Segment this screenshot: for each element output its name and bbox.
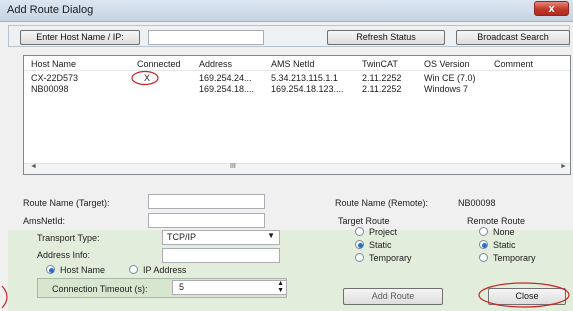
- remote-route-label: Remote Route: [467, 216, 526, 226]
- amsnetid-field[interactable]: [148, 213, 265, 228]
- remote-route-none-label[interactable]: None: [493, 227, 515, 237]
- target-route-temporary-radio[interactable]: [355, 253, 364, 262]
- target-route-label: Target Route: [338, 216, 390, 226]
- ip-address-radio-label[interactable]: IP Address: [143, 265, 186, 275]
- chevron-down-icon[interactable]: ▼: [267, 231, 275, 240]
- target-route-project-radio[interactable]: [355, 227, 364, 236]
- address-info-field[interactable]: [162, 248, 280, 263]
- amsnetid-label: AmsNetId:: [23, 216, 66, 226]
- target-route-static-radio[interactable]: [355, 240, 364, 249]
- remote-route-temporary-label[interactable]: Temporary: [493, 253, 536, 263]
- column-header-address[interactable]: Address: [199, 59, 232, 69]
- ip-address-radio[interactable]: [129, 265, 138, 274]
- enter-host-button[interactable]: Enter Host Name / IP:: [20, 30, 140, 45]
- scroll-left-arrow[interactable]: ◄: [30, 163, 37, 170]
- connection-timeout-label: Connection Timeout (s):: [52, 284, 148, 294]
- route-name-target-field[interactable]: [148, 194, 265, 209]
- annotation-circle-close: [478, 282, 570, 308]
- table-row-1-address[interactable]: 169.254.24...: [199, 73, 267, 83]
- transport-type-select[interactable]: TCP/IP ▼: [162, 230, 280, 245]
- remote-route-static-label[interactable]: Static: [493, 240, 516, 250]
- connection-timeout-field[interactable]: 5 ▲ ▼: [172, 280, 287, 295]
- table-row-2-twincat[interactable]: 2.11.2252: [362, 84, 401, 94]
- annotation-circle-connected: [131, 70, 159, 86]
- target-route-project-label[interactable]: Project: [369, 227, 397, 237]
- hostname-radio-label[interactable]: Host Name: [60, 265, 105, 275]
- hostname-radio[interactable]: [46, 265, 55, 274]
- table-row-1-twincat[interactable]: 2.11.2252: [362, 73, 401, 83]
- table-row-1-os[interactable]: Win CE (7.0): [424, 73, 476, 83]
- table-row-2-address[interactable]: 169.254.18....: [199, 84, 267, 94]
- remote-route-none-radio[interactable]: [479, 227, 488, 236]
- target-route-static-label[interactable]: Static: [369, 240, 392, 250]
- window-title: Add Route Dialog: [7, 4, 94, 16]
- header-divider: [24, 70, 570, 71]
- dialog-body: Enter Host Name / IP: Refresh Status Bro…: [0, 22, 573, 311]
- scroll-thumb-grip[interactable]: III: [230, 163, 236, 170]
- transport-type-label: Transport Type:: [37, 233, 100, 243]
- table-row-2-os[interactable]: Windows 7: [424, 84, 468, 94]
- address-info-label: Address Info:: [37, 250, 91, 260]
- table-row-1-host[interactable]: CX-22D573: [31, 73, 78, 83]
- route-name-target-label: Route Name (Target):: [23, 198, 110, 208]
- window-close-button[interactable]: x: [534, 1, 569, 16]
- remote-route-temporary-radio[interactable]: [479, 253, 488, 262]
- column-header-netid[interactable]: AMS NetId: [271, 59, 315, 69]
- route-name-remote-value[interactable]: NB00098: [458, 198, 496, 208]
- title-bar: Add Route Dialog x: [0, 0, 573, 22]
- column-header-os[interactable]: OS Version: [424, 59, 470, 69]
- list-horizontal-scrollbar[interactable]: [24, 163, 570, 174]
- host-input[interactable]: [148, 30, 264, 45]
- table-row-2-netid[interactable]: 169.254.18.123....: [271, 84, 361, 94]
- column-header-comment[interactable]: Comment: [494, 59, 533, 69]
- column-header-host[interactable]: Host Name: [31, 59, 76, 69]
- spin-up-down-icon[interactable]: ▲ ▼: [277, 280, 284, 294]
- annotation-arc-left: [1, 285, 8, 309]
- table-row-2-host[interactable]: NB00098: [31, 84, 69, 94]
- column-header-connected[interactable]: Connected: [137, 59, 181, 69]
- transport-type-value: TCP/IP: [167, 232, 197, 242]
- target-route-temporary-label[interactable]: Temporary: [369, 253, 412, 263]
- remote-route-static-radio[interactable]: [479, 240, 488, 249]
- add-route-button[interactable]: Add Route: [343, 288, 443, 305]
- connection-timeout-value: 5: [179, 282, 185, 292]
- table-row-1-netid[interactable]: 5.34.213.115.1.1: [271, 73, 361, 83]
- broadcast-search-button[interactable]: Broadcast Search: [456, 30, 570, 45]
- route-name-remote-label: Route Name (Remote):: [335, 198, 429, 208]
- refresh-status-button[interactable]: Refresh Status: [327, 30, 445, 45]
- scroll-right-arrow[interactable]: ►: [560, 163, 567, 170]
- column-header-twincat[interactable]: TwinCAT: [362, 59, 398, 69]
